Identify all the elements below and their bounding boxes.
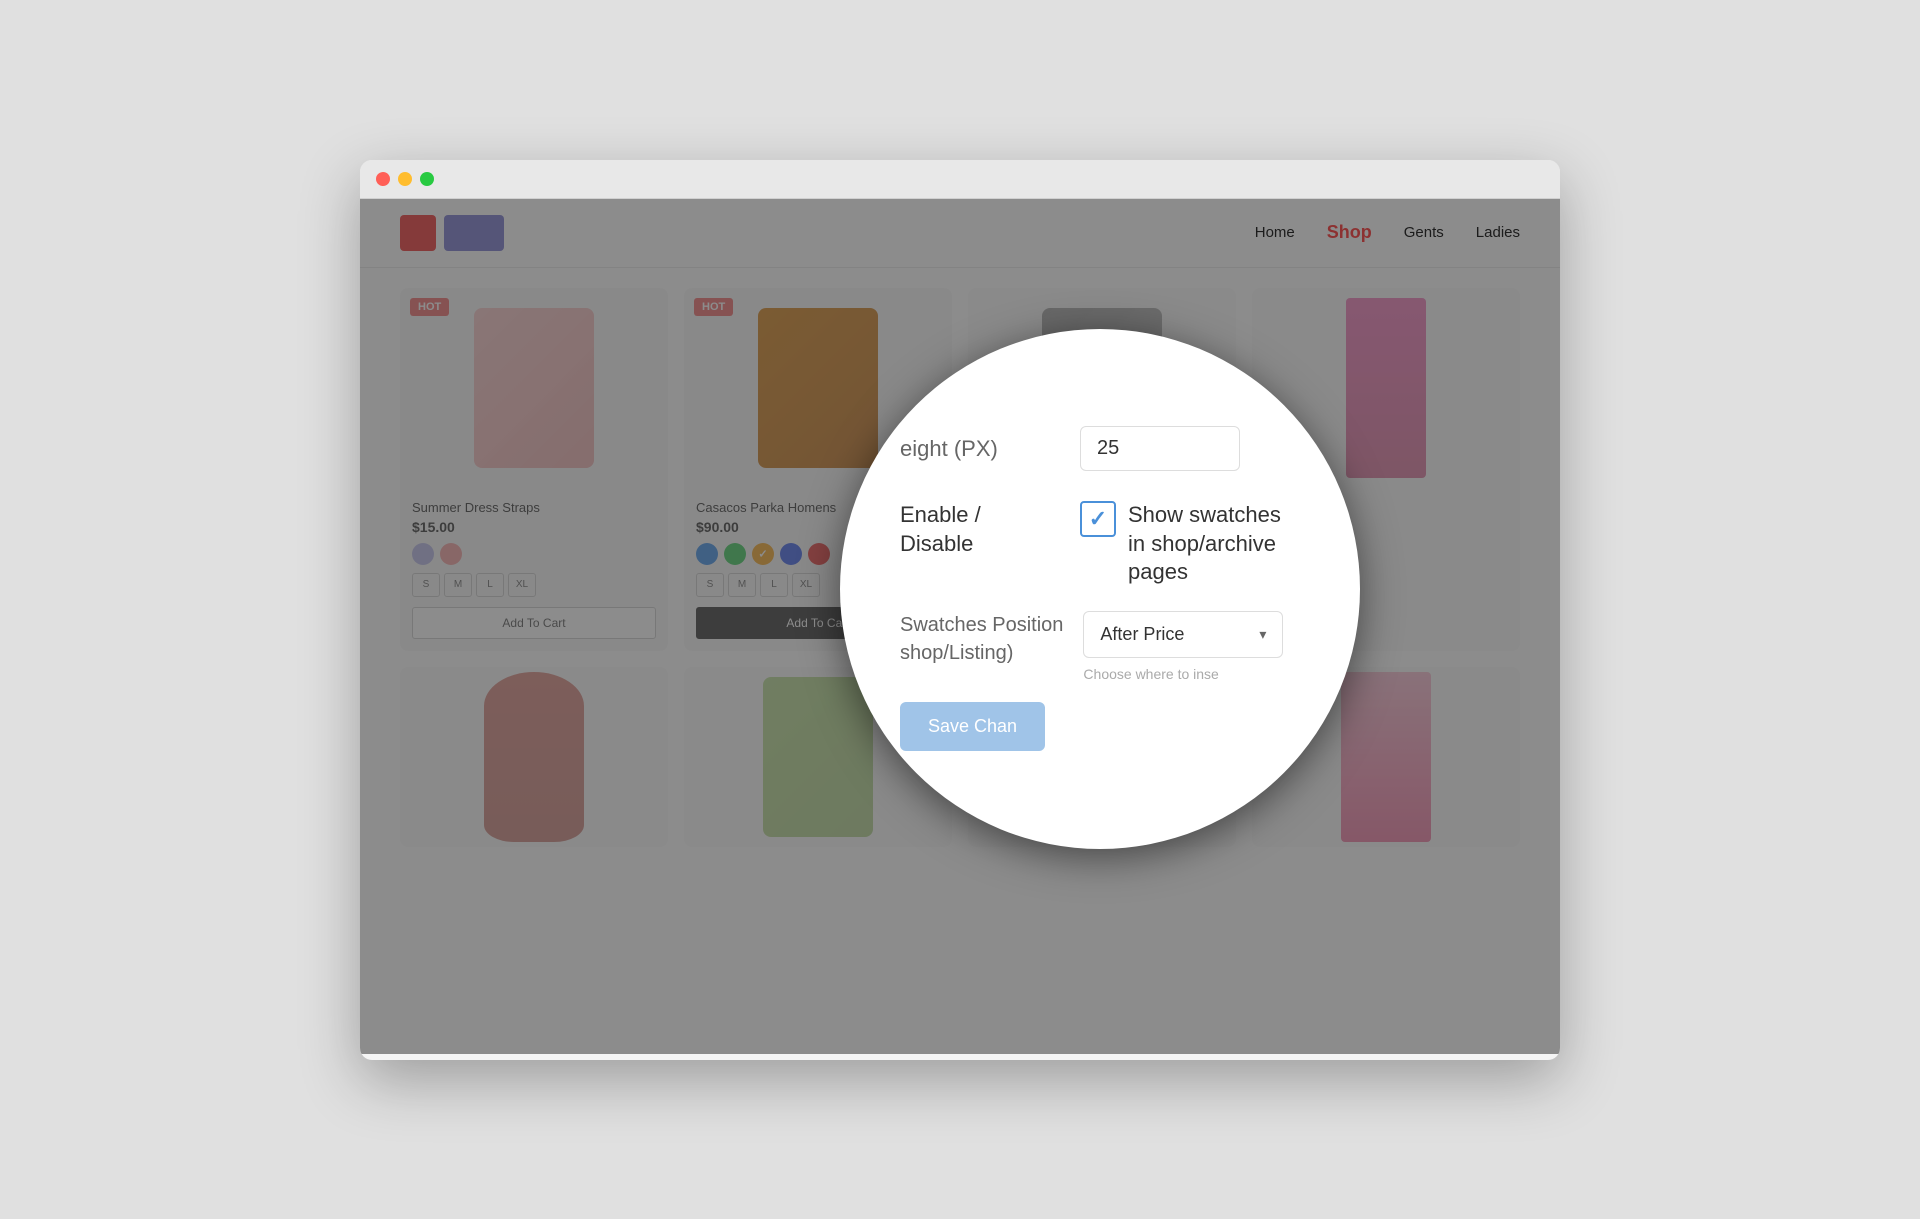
dropdown-arrow-icon: ▾ [1259, 626, 1266, 643]
magnifier-circle: eight (PX) Enable / Disable ✓ Show swatc… [840, 329, 1360, 849]
swatches-position-row: Swatches Positionshop/Listing) After Pri… [900, 611, 1300, 682]
checkbox-checkmark: ✓ [1089, 506, 1107, 532]
minimize-dot[interactable] [398, 172, 412, 186]
browser-chrome [360, 160, 1560, 199]
dropdown-value: After Price [1100, 624, 1184, 645]
choose-hint: Choose where to inse [1083, 666, 1283, 682]
show-swatches-label: Show swatches in shop/archive pages [1128, 501, 1300, 587]
show-swatches-checkbox[interactable]: ✓ [1080, 501, 1116, 537]
close-dot[interactable] [376, 172, 390, 186]
save-changes-button[interactable]: Save Chan [900, 702, 1045, 751]
settings-control: ✓ Show swatches in shop/archive pages [1080, 501, 1300, 587]
magnifier-content: eight (PX) Enable / Disable ✓ Show swatc… [840, 329, 1360, 849]
swatches-position-label: Swatches Positionshop/Listing) [900, 611, 1063, 667]
maximize-dot[interactable] [420, 172, 434, 186]
shop-page: Home Shop Gents Ladies HOT Summer Dress … [360, 199, 1560, 1054]
swatches-position-dropdown[interactable]: After Price ▾ [1083, 611, 1283, 658]
height-label: eight (PX) [900, 436, 1060, 462]
height-row: eight (PX) [900, 426, 1300, 471]
height-input[interactable] [1080, 426, 1240, 471]
enable-disable-label: Enable / Disable [900, 501, 1060, 558]
enable-disable-row: Enable / Disable ✓ Show swatches in shop… [900, 501, 1300, 587]
